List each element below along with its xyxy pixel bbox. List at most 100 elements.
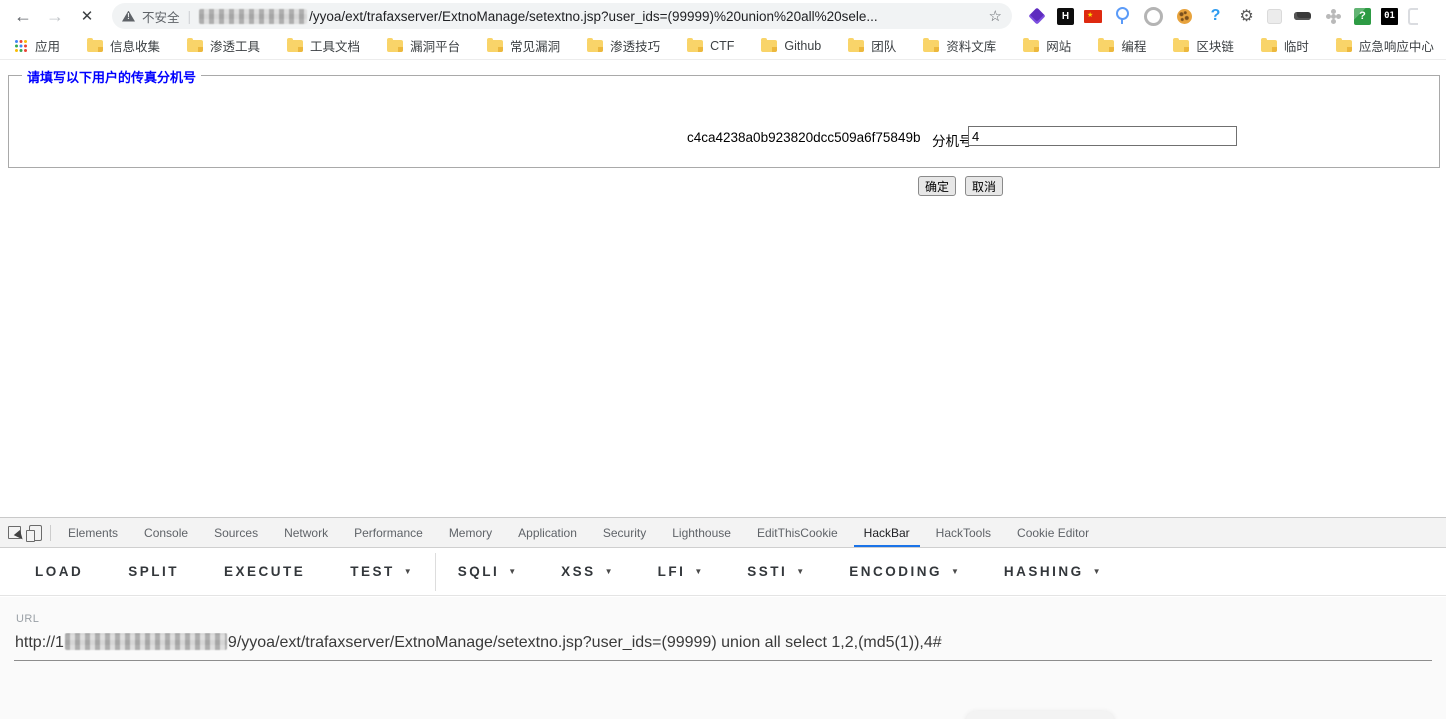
bookmark-folder[interactable]: 编程	[1098, 36, 1146, 55]
omnibox[interactable]: 不安全 | /yyoa/ext/trafaxserver/ExtnoManage…	[112, 3, 1012, 29]
folder-icon	[1173, 37, 1190, 52]
hackbar-ssti-button[interactable]: SSTI ▼	[747, 564, 804, 579]
china-flag-icon[interactable]	[1084, 9, 1102, 23]
bookmark-folder[interactable]: 漏洞平台	[387, 36, 460, 55]
bookmark-star-icon[interactable]: ☆	[989, 7, 1002, 25]
hackbar-url-value[interactable]: http://1 9/yyoa/ext/trafaxserver/ExtnoMan…	[15, 633, 1431, 652]
ok-button[interactable]: 确定	[918, 176, 957, 196]
devtools-tab-memory[interactable]: Memory	[436, 518, 505, 547]
hackbar-button-label: SSTI	[747, 564, 788, 579]
bookmark-label: 团队	[871, 40, 897, 54]
browser-window: ← → ✕ 不安全 | /yyoa/ext/trafaxserver/Extno…	[0, 0, 1446, 719]
devtools-tab-performance[interactable]: Performance	[341, 518, 436, 547]
devtools-tab-hacktools[interactable]: HackTools	[923, 518, 1004, 547]
fieldset-legend: 请填写以下用户的传真分机号	[22, 67, 202, 86]
hackbar-split-button[interactable]: SPLIT	[128, 564, 179, 579]
hackbar-lfi-button[interactable]: LFI ▼	[658, 564, 703, 579]
green-help-icon[interactable]: ?	[1354, 7, 1371, 25]
question-icon[interactable]: ?	[1205, 4, 1226, 28]
zero-one-icon[interactable]: 01	[1381, 7, 1398, 25]
devtools-divider	[50, 524, 51, 541]
chevron-down-icon: ▼	[796, 567, 805, 576]
url-field-underline	[14, 660, 1432, 661]
security-label: 不安全	[142, 10, 180, 25]
folder-icon	[1260, 37, 1277, 52]
bookmark-label: 工具文档	[310, 40, 361, 54]
bookmark-folder[interactable]: 信息收集	[87, 36, 160, 55]
devtools-tabbar: Elements Console Sources Network Performance…	[0, 517, 1446, 548]
partial-icon[interactable]	[1408, 7, 1418, 25]
devtools-tab-sources[interactable]: Sources	[201, 518, 271, 547]
bookmark-folder[interactable]: 应急响应中心	[1335, 36, 1434, 55]
cancel-button[interactable]: 取消	[965, 176, 1004, 196]
devtools-tab-cookie-editor[interactable]: Cookie Editor	[1004, 518, 1102, 547]
devtools-tab-console[interactable]: Console	[131, 518, 201, 547]
bookmark-apps[interactable]: 应用	[14, 36, 60, 55]
folder-icon	[1098, 37, 1115, 52]
bookmark-folder[interactable]: Github	[761, 37, 822, 53]
bookmark-folder[interactable]: 区块链	[1173, 36, 1234, 55]
back-button[interactable]: ←	[10, 3, 36, 29]
clover-icon[interactable]	[1323, 4, 1344, 28]
url-text: /yyoa/ext/trafaxserver/ExtnoManage/setex…	[309, 8, 878, 24]
hackbar-test-button[interactable]: TEST ▼	[350, 564, 411, 579]
devtools-tab-editthiscookie[interactable]: EditThisCookie	[744, 518, 851, 547]
hackbar-divider	[434, 552, 436, 591]
cookie-icon[interactable]	[1174, 4, 1195, 28]
hackbar-button-label: HASHING	[1003, 564, 1084, 579]
devtools-tab-elements[interactable]: Elements	[55, 518, 131, 547]
extension-number-input[interactable]	[968, 126, 1237, 146]
hackbar-hashing-button[interactable]: HASHING ▼	[1004, 564, 1101, 579]
folder-icon	[187, 37, 204, 52]
bookmark-folder[interactable]: 渗透技巧	[587, 36, 660, 55]
folder-icon	[923, 37, 940, 52]
chevron-down-icon: ▼	[604, 567, 613, 576]
purple-diamond-icon[interactable]	[1026, 4, 1047, 28]
gear-icon[interactable]: ⚙	[1236, 4, 1257, 28]
url-prefix-text: http://1	[15, 634, 64, 651]
chevron-down-icon: ▼	[508, 567, 517, 576]
bookmark-label: 渗透技巧	[610, 40, 661, 54]
folder-icon	[848, 37, 865, 52]
bookmark-folder[interactable]: 工具文档	[287, 36, 360, 55]
light-chip-icon[interactable]	[1267, 8, 1282, 24]
bookmark-folder[interactable]: 临时	[1260, 36, 1309, 55]
bookmark-label: 区块链	[1196, 40, 1234, 54]
hackbar-encoding-button[interactable]: ENCODING ▼	[849, 564, 959, 579]
form-buttons: 确定 取消	[918, 176, 1004, 196]
hackbar-load-button[interactable]: LOAD	[35, 564, 83, 579]
apps-grid-icon	[15, 39, 18, 43]
bookmark-label: Github	[784, 38, 822, 53]
url-field-label: URL	[16, 613, 40, 625]
ring-icon[interactable]	[1143, 4, 1164, 28]
hackbar-sqli-button[interactable]: SQLI ▼	[458, 564, 516, 579]
chevron-down-icon: ▼	[403, 567, 412, 576]
extensions-bar: H? ⚙? 01	[1026, 4, 1418, 28]
mask-icon[interactable]	[1292, 4, 1313, 28]
devtools-tab-hackbar[interactable]: HackBar	[851, 518, 923, 547]
hackbar-url-panel: URL http://1 9/yyoa/ext/trafaxserver/Extn…	[0, 597, 1446, 719]
stop-button[interactable]: ✕	[74, 3, 100, 29]
hackbar-button-label: LOAD	[35, 564, 84, 579]
hackbar-xss-button[interactable]: XSS ▼	[561, 564, 612, 579]
inspect-element-icon[interactable]	[8, 526, 21, 539]
bookmark-folder[interactable]: 渗透工具	[187, 36, 260, 55]
bookmark-folder[interactable]: 网站	[1023, 36, 1071, 55]
devtools-tab-security[interactable]: Security	[590, 518, 659, 547]
forward-button[interactable]: →	[42, 3, 68, 29]
folder-icon	[387, 37, 404, 52]
bookmark-folder[interactable]: 常见漏洞	[487, 36, 560, 55]
hackbar-execute-button[interactable]: EXECUTE	[224, 564, 305, 579]
devtools-tab-lighthouse[interactable]: Lighthouse	[659, 518, 744, 547]
bookmark-folder[interactable]: CTF	[687, 37, 734, 53]
devtools-tab-application[interactable]: Application	[505, 518, 590, 547]
folder-icon	[1023, 37, 1040, 52]
hackbar-h-icon[interactable]: H	[1057, 7, 1074, 25]
device-toolbar-icon[interactable]	[26, 524, 42, 542]
bookmark-folder[interactable]: 团队	[848, 36, 896, 55]
devtools-tab-network[interactable]: Network	[271, 518, 341, 547]
pin-icon[interactable]	[1112, 4, 1133, 28]
bookmark-folder[interactable]: 资料文库	[923, 36, 996, 55]
bookmark-label: 网站	[1046, 40, 1072, 54]
bookmark-label: 常见漏洞	[510, 40, 561, 54]
